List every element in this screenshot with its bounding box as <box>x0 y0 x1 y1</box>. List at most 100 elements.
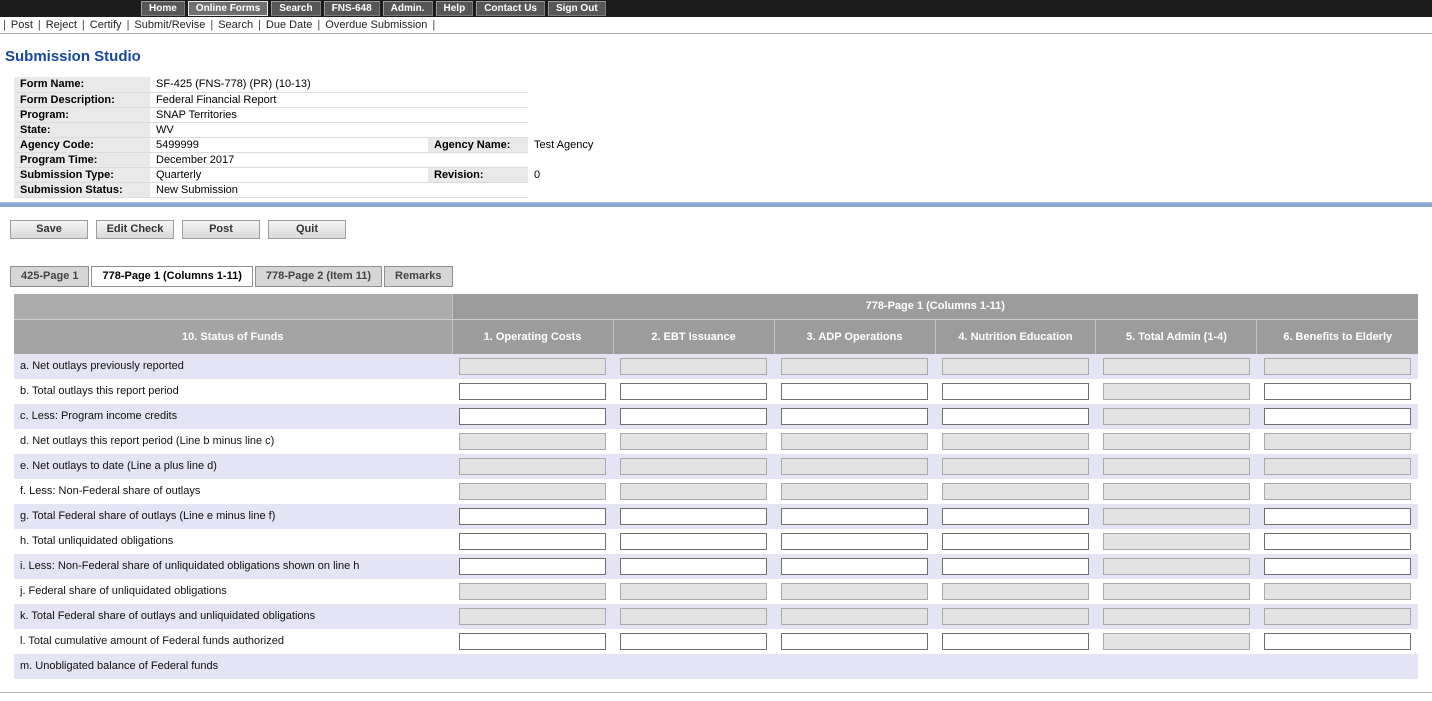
row-label-g: g. Total Federal share of outlays (Line … <box>14 504 452 529</box>
grid-input-g-col1[interactable] <box>459 508 606 525</box>
menu-separator: | <box>38 19 41 31</box>
grid-input-i-col5 <box>1103 558 1250 575</box>
grid-input-j-col1 <box>459 583 606 600</box>
grid-input-i-col2[interactable] <box>620 558 767 575</box>
grid-cell-m-col4 <box>935 654 1096 679</box>
detail-label-2 <box>428 152 528 167</box>
grid-input-e-col1 <box>459 458 606 475</box>
menu-item-submit-revise[interactable]: Submit/Revise <box>134 19 205 31</box>
funds-grid: 778-Page 1 (Columns 1-11)10. Status of F… <box>14 294 1418 679</box>
grid-input-a-col3 <box>781 358 928 375</box>
grid-cell-k-col6 <box>1257 604 1418 629</box>
grid-input-b-col4[interactable] <box>942 383 1089 400</box>
nav-button-contact-us[interactable]: Contact Us <box>476 1 545 16</box>
grid-input-g-col3[interactable] <box>781 508 928 525</box>
grid-input-l-col6[interactable] <box>1264 633 1411 650</box>
grid-input-g-col4[interactable] <box>942 508 1089 525</box>
menu-item-overdue-submission[interactable]: Overdue Submission <box>325 19 427 31</box>
menu-item-reject[interactable]: Reject <box>46 19 77 31</box>
menu-separator: | <box>82 19 85 31</box>
detail-label-2 <box>428 122 528 137</box>
grid-input-c-col2[interactable] <box>620 408 767 425</box>
nav-button-admin[interactable]: Admin. <box>383 1 433 16</box>
detail-label: Program: <box>14 107 150 122</box>
grid-input-b-col3[interactable] <box>781 383 928 400</box>
grid-input-c-col4[interactable] <box>942 408 1089 425</box>
menu-item-certify[interactable]: Certify <box>90 19 122 31</box>
grid-input-g-col6[interactable] <box>1264 508 1411 525</box>
detail-label-2 <box>428 107 528 122</box>
post-button[interactable]: Post <box>182 220 260 239</box>
grid-cell-i-col1 <box>452 554 613 579</box>
detail-value-2: 0 <box>528 167 848 182</box>
grid-input-h-col6[interactable] <box>1264 533 1411 550</box>
grid-cell-c-col3 <box>774 404 935 429</box>
menu-separator: | <box>3 19 6 31</box>
tab-425-page-1[interactable]: 425-Page 1 <box>10 266 89 287</box>
grid-cell-l-col6 <box>1257 629 1418 654</box>
nav-button-help[interactable]: Help <box>436 1 474 16</box>
detail-value: SF-425 (FNS-778) (PR) (10-13) <box>150 77 428 92</box>
quit-button[interactable]: Quit <box>268 220 346 239</box>
grid-input-c-col6[interactable] <box>1264 408 1411 425</box>
grid-cell-j-col5 <box>1096 579 1257 604</box>
detail-label: Form Description: <box>14 92 150 107</box>
save-button[interactable]: Save <box>10 220 88 239</box>
grid-input-i-col3[interactable] <box>781 558 928 575</box>
grid-cell-e-col6 <box>1257 454 1418 479</box>
row-label-c: c. Less: Program income credits <box>14 404 452 429</box>
grid-input-c-col5 <box>1103 408 1250 425</box>
grid-input-b-col6[interactable] <box>1264 383 1411 400</box>
grid-input-l-col5 <box>1103 633 1250 650</box>
tab-778-page-2-item-11[interactable]: 778-Page 2 (Item 11) <box>255 266 382 287</box>
grid-input-a-col6 <box>1264 358 1411 375</box>
grid-cell-l-col3 <box>774 629 935 654</box>
nav-button-search[interactable]: Search <box>271 1 320 16</box>
grid-input-l-col3[interactable] <box>781 633 928 650</box>
grid-input-l-col4[interactable] <box>942 633 1089 650</box>
detail-value: Quarterly <box>150 167 428 182</box>
grid-cell-m-col1 <box>452 654 613 679</box>
nav-button-sign-out[interactable]: Sign Out <box>548 1 606 16</box>
grid-input-c-col3[interactable] <box>781 408 928 425</box>
grid-cell-k-col2 <box>613 604 774 629</box>
grid-input-h-col4[interactable] <box>942 533 1089 550</box>
grid-input-g-col2[interactable] <box>620 508 767 525</box>
tab-remarks[interactable]: Remarks <box>384 266 452 287</box>
column-header-5-total-admin-1-4: 5. Total Admin (1-4) <box>1096 320 1257 354</box>
detail-value: WV <box>150 122 428 137</box>
grid-input-h-col2[interactable] <box>620 533 767 550</box>
nav-button-home[interactable]: Home <box>141 1 185 16</box>
grid-input-a-col4 <box>942 358 1089 375</box>
detail-label: Submission Status: <box>14 182 150 197</box>
detail-value-2 <box>528 77 848 92</box>
tab-778-page-1-columns-1-11[interactable]: 778-Page 1 (Columns 1-11) <box>91 266 252 287</box>
grid-input-b-col1[interactable] <box>459 383 606 400</box>
row-label-m: m. Unobligated balance of Federal funds <box>14 654 452 679</box>
nav-button-online-forms[interactable]: Online Forms <box>188 1 268 16</box>
nav-button-fns-648[interactable]: FNS-648 <box>324 1 380 16</box>
detail-label: Form Name: <box>14 77 150 92</box>
grid-input-l-col1[interactable] <box>459 633 606 650</box>
grid-input-c-col1[interactable] <box>459 408 606 425</box>
grid-row-c: c. Less: Program income credits <box>14 404 1418 429</box>
grid-input-l-col2[interactable] <box>620 633 767 650</box>
grid-input-j-col5 <box>1103 583 1250 600</box>
grid-cell-i-col5 <box>1096 554 1257 579</box>
grid-row-d: d. Net outlays this report period (Line … <box>14 429 1418 454</box>
grid-input-b-col2[interactable] <box>620 383 767 400</box>
menu-item-post[interactable]: Post <box>11 19 33 31</box>
grid-input-a-col5 <box>1103 358 1250 375</box>
grid-input-i-col1[interactable] <box>459 558 606 575</box>
grid-cell-e-col3 <box>774 454 935 479</box>
grid-cell-h-col5 <box>1096 529 1257 554</box>
menu-item-due-date[interactable]: Due Date <box>266 19 312 31</box>
grid-input-i-col4[interactable] <box>942 558 1089 575</box>
grid-input-d-col6 <box>1264 433 1411 450</box>
menu-item-search[interactable]: Search <box>218 19 253 31</box>
grid-input-i-col6[interactable] <box>1264 558 1411 575</box>
grid-input-h-col1[interactable] <box>459 533 606 550</box>
grid-input-d-col3 <box>781 433 928 450</box>
edit-check-button[interactable]: Edit Check <box>96 220 174 239</box>
grid-input-h-col3[interactable] <box>781 533 928 550</box>
